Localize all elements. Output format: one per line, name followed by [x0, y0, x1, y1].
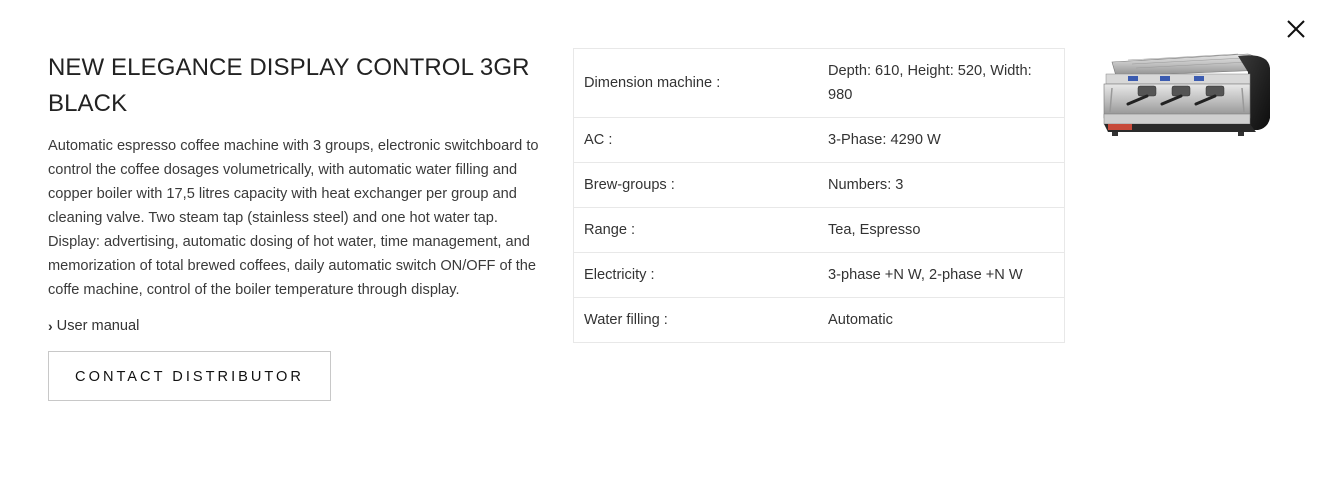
product-title: NEW ELEGANCE DISPLAY CONTROL 3GR BLACK — [48, 54, 530, 117]
table-row: AC : 3-Phase: 4290 W — [573, 117, 1065, 163]
espresso-machine-illustration — [1103, 53, 1270, 136]
spec-label: Electricity : — [573, 252, 818, 298]
spec-value: 3-Phase: 4290 W — [818, 117, 1065, 163]
spec-value: Tea, Espresso — [818, 207, 1065, 253]
table-row: Water filling : Automatic — [573, 297, 1065, 343]
table-row: Dimension machine : Depth: 610, Height: … — [573, 48, 1065, 118]
spec-value: Numbers: 3 — [818, 162, 1065, 208]
product-description: Automatic espresso coffee machine with 3… — [48, 138, 539, 298]
close-icon — [1287, 20, 1305, 38]
spec-label: AC : — [573, 117, 818, 163]
user-manual-link[interactable]: › User manual — [48, 318, 139, 334]
spec-label: Range : — [573, 207, 818, 253]
table-row: Brew-groups : Numbers: 3 — [573, 162, 1065, 208]
spec-value: 3-phase +N W, 2-phase +N W — [818, 252, 1065, 298]
table-row: Range : Tea, Espresso — [573, 207, 1065, 253]
close-button[interactable] — [1283, 16, 1309, 42]
table-row: Electricity : 3-phase +N W, 2-phase +N W — [573, 252, 1065, 298]
specs-table: Dimension machine : Depth: 610, Height: … — [573, 48, 1065, 343]
user-manual-label: User manual — [56, 318, 140, 334]
spec-label: Dimension machine : — [573, 48, 818, 118]
spec-value: Automatic — [818, 297, 1065, 343]
product-image — [1098, 48, 1276, 144]
product-info: NEW ELEGANCE DISPLAY CONTROL 3GR BLACK A… — [48, 50, 543, 401]
spec-label: Water filling : — [573, 297, 818, 343]
chevron-right-icon: › — [48, 318, 53, 334]
spec-value: Depth: 610, Height: 520, Width: 980 — [818, 48, 1065, 118]
contact-distributor-button[interactable]: CONTACT DISTRIBUTOR — [48, 351, 331, 401]
spec-label: Brew-groups : — [573, 162, 818, 208]
